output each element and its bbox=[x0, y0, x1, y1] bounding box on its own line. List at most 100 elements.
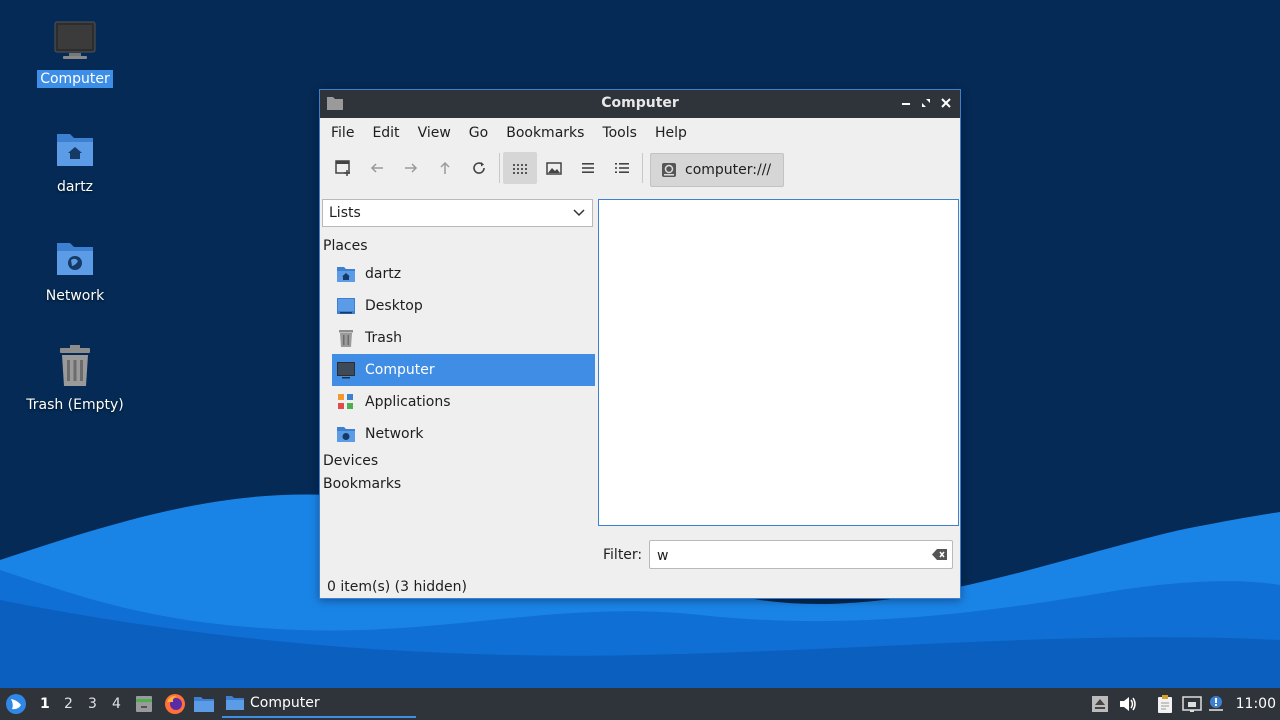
computer-icon bbox=[336, 360, 356, 380]
thumbnail-view-button[interactable] bbox=[537, 152, 571, 184]
back-button[interactable] bbox=[360, 152, 394, 184]
menu-file[interactable]: File bbox=[322, 121, 363, 145]
compact-view-button[interactable] bbox=[571, 152, 605, 184]
firefox-launcher[interactable] bbox=[164, 693, 186, 715]
desktop-icon-computer[interactable]: Computer bbox=[20, 18, 130, 88]
filter-input[interactable] bbox=[651, 542, 929, 569]
update-notifier-button[interactable] bbox=[1207, 694, 1227, 714]
menu-tools[interactable]: Tools bbox=[593, 121, 646, 145]
network-folder-icon bbox=[336, 424, 356, 444]
desktop-icon-trash[interactable]: Trash (Empty) bbox=[20, 344, 130, 414]
minimize-icon bbox=[902, 103, 910, 105]
folder-icon bbox=[226, 696, 244, 710]
eject-tray-button[interactable] bbox=[1090, 694, 1110, 714]
icon-view-button[interactable] bbox=[503, 152, 537, 184]
desktop-icon-network[interactable]: Network bbox=[20, 235, 130, 305]
lubuntu-logo-icon bbox=[6, 694, 26, 714]
clipboard-icon bbox=[1158, 695, 1172, 713]
sidebar-item-label: Computer bbox=[365, 362, 435, 378]
sidebar-item-label: Desktop bbox=[365, 298, 423, 314]
places-header[interactable]: Places bbox=[320, 235, 368, 258]
toolbar-separator bbox=[642, 153, 643, 183]
clipboard-tray-button[interactable] bbox=[1155, 694, 1175, 714]
eject-icon bbox=[1092, 696, 1108, 712]
detailed-list-icon bbox=[615, 163, 629, 173]
file-list-view[interactable] bbox=[598, 199, 959, 526]
clock[interactable]: 11:00 bbox=[1236, 696, 1276, 712]
workspace-1[interactable]: 1 bbox=[40, 696, 50, 712]
taskbar-window-computer[interactable]: Computer bbox=[222, 690, 416, 718]
sidebar-item-dartz[interactable]: dartz bbox=[332, 258, 595, 290]
arrow-right-icon bbox=[405, 163, 418, 173]
desktop-icon-label: Computer bbox=[37, 70, 113, 88]
file-manager-launcher[interactable] bbox=[193, 694, 215, 714]
up-button[interactable] bbox=[428, 152, 462, 184]
maximize-button[interactable] bbox=[916, 94, 936, 114]
new-tab-button[interactable] bbox=[326, 152, 360, 184]
sidebar-item-trash[interactable]: Trash bbox=[332, 322, 595, 354]
arrow-up-icon bbox=[440, 161, 450, 174]
close-button[interactable] bbox=[936, 94, 956, 114]
sidebar-item-desktop[interactable]: Desktop bbox=[332, 290, 595, 322]
notification-icon bbox=[1209, 696, 1223, 711]
trash-icon bbox=[51, 344, 99, 392]
computer-drive-icon bbox=[662, 163, 676, 177]
bookmarks-header[interactable]: Bookmarks bbox=[320, 473, 401, 496]
menu-help[interactable]: Help bbox=[646, 121, 696, 145]
sidebar-item-label: Network bbox=[365, 426, 424, 442]
filter-label: Filter: bbox=[603, 547, 643, 563]
menu-go[interactable]: Go bbox=[460, 121, 497, 145]
taskbar-window-label: Computer bbox=[250, 695, 320, 711]
file-manager-window: Computer File Edit View Go Bookmarks Too… bbox=[319, 89, 961, 599]
menu-edit[interactable]: Edit bbox=[363, 121, 408, 145]
menu-view[interactable]: View bbox=[409, 121, 460, 145]
sidebar-item-computer[interactable]: Computer bbox=[332, 354, 595, 386]
chevron-down-icon bbox=[573, 209, 585, 217]
new-tab-icon bbox=[335, 160, 350, 176]
clear-text-icon[interactable] bbox=[932, 548, 948, 561]
sidebar-item-label: Trash bbox=[365, 330, 402, 346]
sidebar-item-label: Applications bbox=[365, 394, 451, 410]
reload-icon bbox=[473, 162, 485, 174]
devices-header[interactable]: Devices bbox=[320, 450, 378, 473]
applications-icon bbox=[336, 392, 356, 412]
side-pane-mode-value: Lists bbox=[329, 205, 361, 221]
maximize-icon bbox=[922, 99, 930, 107]
menu-bookmarks[interactable]: Bookmarks bbox=[497, 121, 593, 145]
desktop-icon-dartz[interactable]: dartz bbox=[20, 126, 130, 196]
desktop-icon-label: Trash (Empty) bbox=[26, 397, 124, 413]
image-icon bbox=[546, 162, 562, 175]
show-desktop-button[interactable] bbox=[134, 694, 154, 714]
menu-bar: File Edit View Go Bookmarks Tools Help bbox=[320, 118, 960, 148]
forward-button[interactable] bbox=[394, 152, 428, 184]
workspace-4[interactable]: 4 bbox=[112, 696, 121, 712]
desktop-icon bbox=[336, 296, 356, 316]
close-icon bbox=[941, 98, 951, 108]
reload-button[interactable] bbox=[462, 152, 496, 184]
location-path-button[interactable]: computer:/// bbox=[650, 153, 784, 187]
home-folder-icon bbox=[336, 264, 356, 284]
desktop-icon-label: dartz bbox=[56, 179, 94, 195]
toolbar-separator bbox=[499, 153, 500, 183]
detailed-view-button[interactable] bbox=[605, 152, 639, 184]
side-pane-mode-select[interactable]: Lists bbox=[322, 199, 593, 227]
desktop-icon-label: Network bbox=[45, 288, 105, 304]
start-menu-button[interactable] bbox=[5, 693, 27, 715]
computer-icon bbox=[51, 18, 99, 66]
folder-icon bbox=[194, 697, 214, 712]
filter-field bbox=[649, 540, 953, 569]
trash-icon bbox=[336, 328, 356, 348]
network-tray-button[interactable] bbox=[1182, 694, 1202, 714]
file-cabinet-icon bbox=[136, 696, 152, 712]
sidebar-item-network[interactable]: Network bbox=[332, 418, 595, 450]
title-bar[interactable]: Computer bbox=[320, 90, 960, 118]
workspace-3[interactable]: 3 bbox=[88, 696, 97, 712]
sidebar-item-applications[interactable]: Applications bbox=[332, 386, 595, 418]
grid-dots-icon bbox=[513, 164, 527, 174]
workspace-2[interactable]: 2 bbox=[64, 696, 73, 712]
network-wired-icon bbox=[1182, 696, 1202, 712]
home-folder-icon bbox=[51, 126, 99, 174]
volume-tray-button[interactable] bbox=[1118, 694, 1138, 714]
minimize-button[interactable] bbox=[896, 94, 916, 114]
window-title: Computer bbox=[601, 95, 679, 111]
